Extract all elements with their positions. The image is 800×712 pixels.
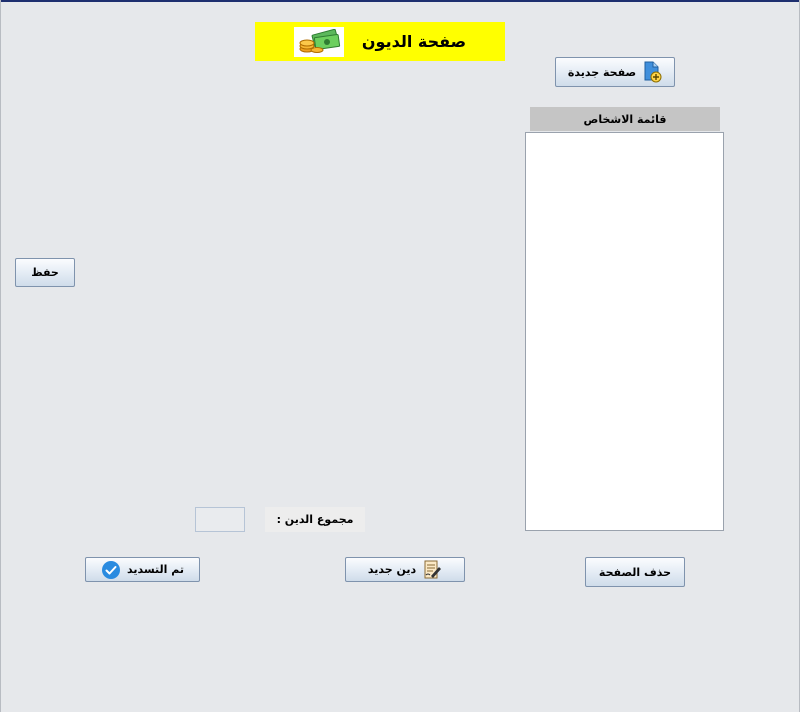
page-title-banner: صفحة الديون [255,22,505,61]
total-debt-value [195,507,245,532]
new-page-label: صفحة جديدة [567,65,637,79]
total-debt-label: مجموع الدين : [265,507,365,532]
new-page-button[interactable]: صفحة جديدة [555,57,675,87]
window-top-border [0,0,800,2]
new-debt-button[interactable]: دين جديد [345,557,465,582]
money-stack-icon [293,26,344,57]
delete-page-label: حذف الصفحة [598,565,672,579]
people-list[interactable] [525,132,724,531]
save-label: حفظ [31,266,59,279]
new-debt-label: دين جديد [367,563,417,576]
contract-pen-icon [424,560,442,578]
people-list-header: قائمة الاشخاص [530,107,720,131]
paid-label: تم التسديد [127,563,185,576]
check-circle-icon [102,560,120,579]
new-page-icon [644,61,662,83]
save-button[interactable]: حفظ [15,258,75,287]
paid-button[interactable]: تم التسديد [85,557,200,582]
page-title: صفحة الديون [361,32,467,51]
delete-page-button[interactable]: حذف الصفحة [585,557,685,587]
window-left-border [0,0,1,712]
